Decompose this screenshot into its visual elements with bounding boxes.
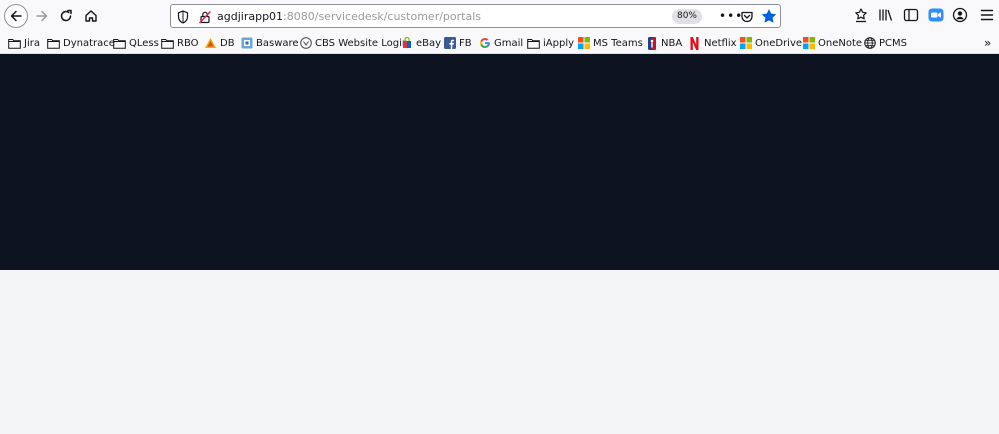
bookmark-rbo[interactable]: RBO <box>161 35 199 51</box>
folder-icon <box>161 37 174 49</box>
arrow-left-icon <box>10 10 22 22</box>
microsoft-icon <box>577 37 590 49</box>
reading-list-icon[interactable] <box>853 7 869 27</box>
shield-icon[interactable] <box>177 9 189 28</box>
arrow-right-icon <box>36 10 48 22</box>
browser-window: agdjirapp01:8080/servicedesk/customer/po… <box>0 0 999 434</box>
microsoft-icon <box>739 37 752 49</box>
bookmark-fb[interactable]: FB <box>443 35 472 51</box>
zoom-app-icon[interactable] <box>928 7 944 27</box>
bookmark-onenote[interactable]: OneNote <box>802 35 862 51</box>
bookmark-iapply[interactable]: iApply <box>527 35 574 51</box>
bookmark-nba[interactable]: NBA <box>645 35 682 51</box>
bookmark-basware[interactable]: Basware <box>240 35 299 51</box>
menu-icon[interactable] <box>980 7 994 27</box>
back-button[interactable] <box>4 4 28 28</box>
pocket-icon[interactable] <box>740 9 754 28</box>
bookmark-jira[interactable]: Jira <box>8 35 40 51</box>
bookmark-qless[interactable]: QLess <box>113 35 159 51</box>
forward-button[interactable] <box>31 5 53 27</box>
cbs-icon <box>299 37 312 49</box>
basware-icon <box>240 37 253 49</box>
url-text[interactable]: agdjirapp01:8080/servicedesk/customer/po… <box>217 9 481 24</box>
sidebar-icon[interactable] <box>903 7 919 27</box>
folder-icon <box>47 37 60 49</box>
account-icon[interactable] <box>952 7 968 27</box>
bookmark-dynatrace[interactable]: Dynatrace <box>47 35 115 51</box>
netflix-icon <box>688 36 701 50</box>
nba-icon <box>645 36 658 50</box>
bookmark-pcms[interactable]: PCMS <box>863 35 907 51</box>
facebook-icon <box>443 37 456 49</box>
bookmarks-toolbar: Jira Dynatrace QLess RBO DB Basware CBS … <box>0 32 999 54</box>
folder-icon <box>113 37 126 49</box>
bookmarks-overflow-button[interactable]: » <box>984 36 991 50</box>
bookmark-gmail[interactable]: Gmail <box>478 35 523 51</box>
home-button[interactable] <box>80 5 102 27</box>
reload-button[interactable] <box>55 5 77 27</box>
reload-icon <box>60 9 72 22</box>
bookmark-db[interactable]: DB <box>204 35 235 51</box>
url-host: agdjirapp01 <box>217 10 284 23</box>
db-icon <box>204 37 217 49</box>
navigation-toolbar: agdjirapp01:8080/servicedesk/customer/po… <box>0 0 999 32</box>
home-icon <box>85 10 97 22</box>
bookmark-netflix[interactable]: Netflix <box>688 35 737 51</box>
microsoft-icon <box>802 37 815 49</box>
bookmark-cbs-website-login[interactable]: CBS Website Login <box>299 35 408 51</box>
globe-icon <box>863 37 876 49</box>
bookmark-star-icon[interactable] <box>761 8 777 28</box>
folder-icon <box>8 37 21 49</box>
bookmark-ms-teams[interactable]: MS Teams <box>577 35 643 51</box>
bookmark-ebay[interactable]: eBay <box>400 35 441 51</box>
google-icon <box>478 37 491 49</box>
library-icon[interactable] <box>878 7 894 27</box>
portal-header-banner <box>0 54 999 270</box>
folder-icon <box>527 37 540 49</box>
bookmark-onedrive[interactable]: OneDrive <box>739 35 802 51</box>
insecure-lock-icon[interactable] <box>198 9 212 28</box>
page-content-area <box>0 270 999 434</box>
zoom-level-badge[interactable]: 80% <box>672 9 702 24</box>
url-path: :8080/servicedesk/customer/portals <box>283 10 481 23</box>
ebay-icon <box>400 37 413 49</box>
url-bar[interactable]: agdjirapp01:8080/servicedesk/customer/po… <box>170 4 781 28</box>
